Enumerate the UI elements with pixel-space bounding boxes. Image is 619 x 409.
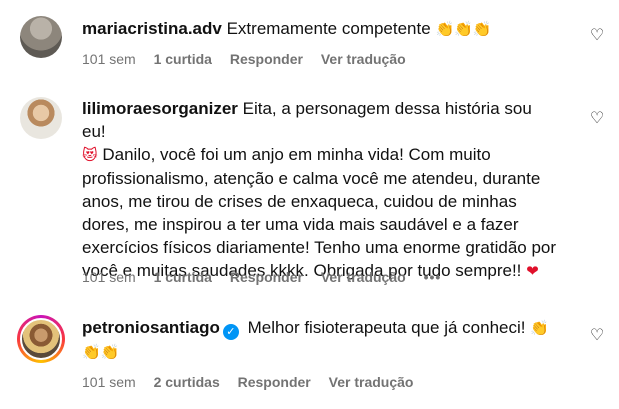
comment-body: mariacristina.adv Extremamente competent… — [82, 17, 560, 41]
likes-count[interactable]: 1 curtida — [154, 51, 212, 67]
username[interactable]: petroniosantiago — [82, 318, 220, 337]
translate-button[interactable]: Ver tradução — [321, 269, 406, 285]
comment-text: Extremamente competente — [226, 19, 431, 38]
comment-body: petroniosantiago ✓ Melhor fisioterapeuta … — [82, 316, 560, 364]
timestamp: 101 sem — [82, 374, 136, 390]
heart-eyes-cat-icon: 😻 — [82, 146, 98, 164]
heart-like-icon[interactable]: ♡ — [589, 110, 605, 126]
clapping-hands-icon: 👏 — [530, 319, 549, 337]
likes-count[interactable]: 1 curtida — [154, 269, 212, 285]
comment-text: Melhor fisioterapeuta que já conheci! — [247, 318, 526, 337]
comment-meta: 101 sem 1 curtida Responder Ver tradução… — [82, 268, 455, 286]
heart-like-icon[interactable]: ♡ — [589, 27, 605, 43]
heart-like-icon[interactable]: ♡ — [589, 327, 605, 343]
username[interactable]: lilimoraesorganizer — [82, 99, 238, 118]
reply-button[interactable]: Responder — [238, 374, 311, 390]
avatar[interactable] — [20, 16, 62, 58]
red-heart-icon: ❤ — [526, 262, 539, 280]
more-options-icon[interactable]: ••• — [424, 269, 442, 285]
timestamp: 101 sem — [82, 269, 136, 285]
clapping-hands-icon: 👏👏👏 — [435, 20, 492, 38]
username[interactable]: mariacristina.adv — [82, 19, 222, 38]
reply-button[interactable]: Responder — [230, 51, 303, 67]
likes-count[interactable]: 2 curtidas — [154, 374, 220, 390]
avatar[interactable] — [20, 97, 62, 139]
translate-button[interactable]: Ver tradução — [329, 374, 414, 390]
avatar[interactable] — [20, 318, 62, 360]
comment-body: lilimoraesorganizer Eita, a personagem d… — [82, 97, 560, 283]
verified-badge-icon: ✓ — [222, 324, 239, 340]
reply-button[interactable]: Responder — [230, 269, 303, 285]
timestamp: 101 sem — [82, 51, 136, 67]
comment-text: Danilo, você foi um anjo em minha vida! … — [82, 145, 557, 280]
comment-meta: 101 sem 2 curtidas Responder Ver traduçã… — [82, 373, 427, 391]
comment-meta: 101 sem 1 curtida Responder Ver tradução — [82, 50, 420, 68]
translate-button[interactable]: Ver tradução — [321, 51, 406, 67]
clapping-hands-icon: 👏👏 — [82, 343, 120, 361]
